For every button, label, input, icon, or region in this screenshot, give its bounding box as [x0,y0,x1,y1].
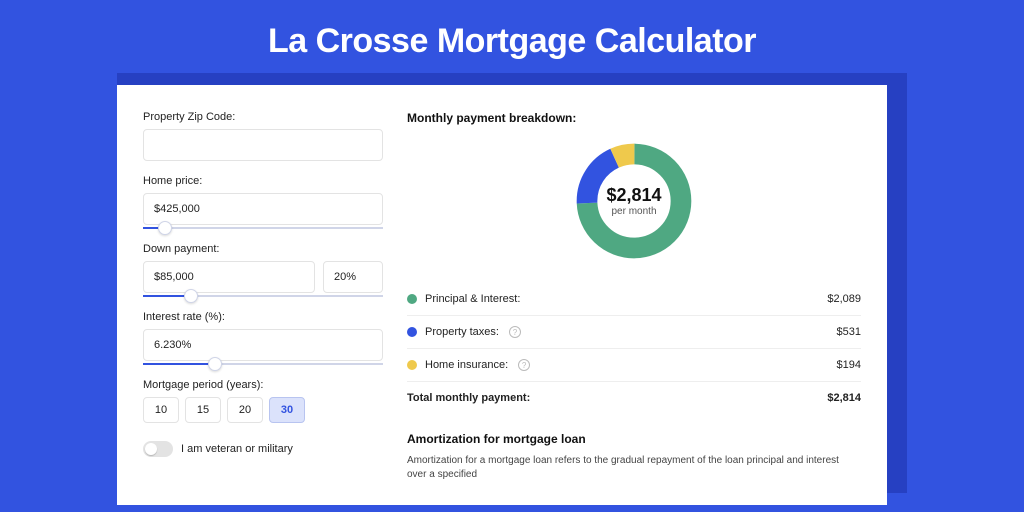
breakdown-label: Home insurance: [425,359,508,371]
period-button-10[interactable]: 10 [143,397,179,423]
dot-icon [407,360,417,370]
veteran-label: I am veteran or military [181,443,293,455]
interest-rate-input[interactable] [143,329,383,361]
donut-amount: $2,814 [606,185,661,206]
period-button-15[interactable]: 15 [185,397,221,423]
amortization-section: Amortization for mortgage loan Amortizat… [407,432,861,482]
info-icon[interactable]: ? [509,326,521,338]
dot-icon [407,294,417,304]
slider-thumb[interactable] [184,289,198,303]
calculator-card: Property Zip Code: Home price: Down paym… [117,85,887,505]
breakdown-row-taxes: Property taxes: ? $531 [407,316,861,349]
down-payment-label: Down payment: [143,243,383,255]
donut-chart-wrap: $2,814 per month [407,139,861,263]
period-row: 10 15 20 30 [143,397,383,423]
veteran-toggle[interactable] [143,441,173,457]
breakdown-title: Monthly payment breakdown: [407,111,861,125]
breakdown-value: $531 [837,326,861,338]
down-payment-field: Down payment: [143,243,383,297]
home-price-field: Home price: [143,175,383,229]
period-button-30[interactable]: 30 [269,397,305,423]
breakdown-value: $2,089 [827,293,861,305]
breakdown-row-principal: Principal & Interest: $2,089 [407,283,861,316]
breakdown-row-total: Total monthly payment: $2,814 [407,382,861,414]
breakdown-row-insurance: Home insurance: ? $194 [407,349,861,382]
zip-label: Property Zip Code: [143,111,383,123]
dot-icon [407,327,417,337]
home-price-input[interactable] [143,193,383,225]
zip-field: Property Zip Code: [143,111,383,161]
info-icon[interactable]: ? [518,359,530,371]
slider-thumb[interactable] [208,357,222,371]
down-payment-input[interactable] [143,261,315,293]
donut-center: $2,814 per month [572,139,696,263]
period-button-20[interactable]: 20 [227,397,263,423]
zip-input[interactable] [143,129,383,161]
home-price-label: Home price: [143,175,383,187]
total-value: $2,814 [827,392,861,404]
interest-rate-field: Interest rate (%): [143,311,383,365]
toggle-knob [145,443,157,455]
period-field: Mortgage period (years): 10 15 20 30 [143,379,383,423]
interest-rate-label: Interest rate (%): [143,311,383,323]
down-payment-slider[interactable] [143,295,383,297]
veteran-toggle-row: I am veteran or military [143,441,383,457]
page-title: La Crosse Mortgage Calculator [0,0,1024,73]
breakdown-label: Property taxes: [425,326,499,338]
form-panel: Property Zip Code: Home price: Down paym… [143,111,383,505]
interest-rate-slider[interactable] [143,363,383,365]
period-label: Mortgage period (years): [143,379,383,391]
amortization-title: Amortization for mortgage loan [407,432,861,446]
donut-chart: $2,814 per month [572,139,696,263]
total-label: Total monthly payment: [407,392,530,404]
breakdown-panel: Monthly payment breakdown: $2,814 per mo… [407,111,861,505]
slider-thumb[interactable] [158,221,172,235]
down-payment-pct-input[interactable] [323,261,383,293]
slider-fill [143,363,215,365]
amortization-text: Amortization for a mortgage loan refers … [407,454,861,482]
card-shadow: Property Zip Code: Home price: Down paym… [117,73,907,493]
donut-sub: per month [611,206,656,217]
breakdown-label: Principal & Interest: [425,293,520,305]
home-price-slider[interactable] [143,227,383,229]
breakdown-value: $194 [837,359,861,371]
